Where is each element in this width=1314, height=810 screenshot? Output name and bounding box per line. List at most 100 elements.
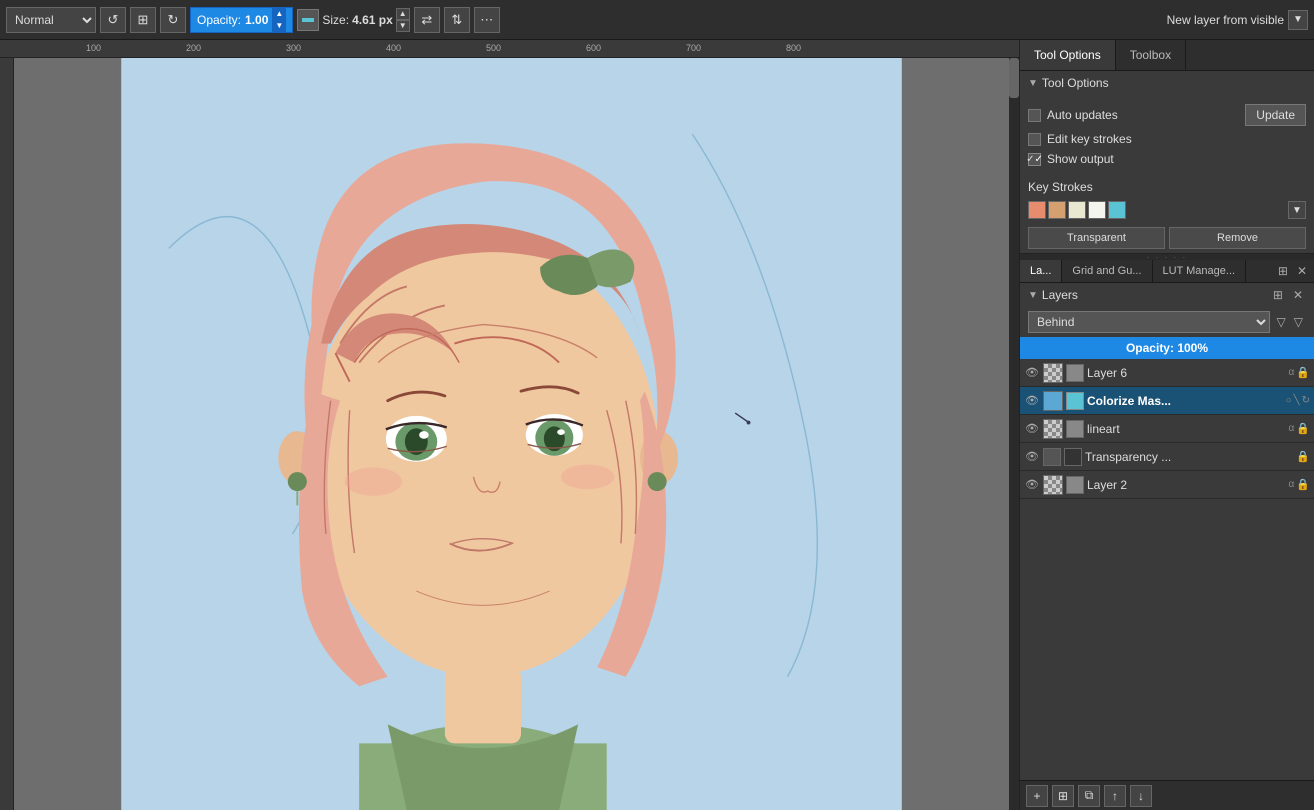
layer-icon-c1: ○ [1286, 395, 1292, 406]
opacity-spinner[interactable]: ▲ ▼ [272, 8, 286, 32]
layer-copy-btn[interactable]: ⧉ [1078, 785, 1100, 807]
right-panel: Tool Options Toolbox ▼ Tool Options Auto… [1019, 40, 1314, 810]
panel-tabs: Tool Options Toolbox [1020, 40, 1314, 71]
blend-icon-1[interactable]: ▽ [1274, 314, 1289, 330]
layers-duplicate-btn[interactable]: ⊞ [1270, 287, 1286, 303]
layer-name-6: Layer 6 [1087, 366, 1286, 380]
blend-mode-row: Behind Normal Multiply ▽ ▽ [1020, 307, 1314, 337]
swatch-5[interactable] [1108, 201, 1126, 219]
layers-header: ▼ Layers ⊞ ✕ [1020, 283, 1314, 307]
layer-up-btn[interactable]: ↑ [1104, 785, 1126, 807]
layer-eye-lineart[interactable]: 👁 [1024, 421, 1040, 437]
ruler-mark-100: 100 [86, 43, 101, 53]
layer-blend-select[interactable]: Behind Normal Multiply [1028, 311, 1270, 333]
auto-updates-label: Auto updates [1047, 108, 1118, 122]
layer-eye-transparency[interactable]: 👁 [1024, 449, 1040, 465]
layer-opacity-value: 100% [1177, 341, 1208, 355]
swatch-3[interactable] [1068, 201, 1086, 219]
mirror-h-btn[interactable]: ⇄ [414, 7, 440, 33]
tool-btn-3[interactable]: ↻ [160, 7, 186, 33]
tab-toolbox[interactable]: Toolbox [1116, 40, 1186, 70]
layer-item-6[interactable]: 👁 Layer 6 α 🔒 [1020, 359, 1314, 387]
tab-layers[interactable]: La... [1020, 260, 1062, 282]
swatch-2[interactable] [1048, 201, 1066, 219]
layer-icon-c3: ↻ [1302, 395, 1310, 406]
edit-key-strokes-checkbox[interactable] [1028, 133, 1041, 146]
top-toolbar: Normal Behind Multiply ↺ ⊞ ↻ Opacity: 1.… [0, 0, 1314, 40]
tab-grid[interactable]: Grid and Gu... [1062, 260, 1152, 282]
layer-lock-6: 🔒 [1296, 366, 1310, 379]
swatch-dropdown[interactable]: ▼ [1288, 201, 1306, 219]
layer-group-btn[interactable]: ⊞ [1052, 785, 1074, 807]
new-layer-btn[interactable]: ▼ [1288, 10, 1308, 30]
layer-add-btn[interactable]: + [1026, 785, 1048, 807]
layer-eye-colorize[interactable]: 👁 [1024, 393, 1040, 409]
layers-tabs: La... Grid and Gu... LUT Manage... ⊞ ✕ [1020, 260, 1314, 283]
ruler-horizontal: 100 200 300 400 500 600 700 800 [0, 40, 1019, 58]
extra-tool-btn[interactable]: ⋯ [474, 7, 500, 33]
canvas-viewport[interactable] [14, 58, 1009, 810]
layer-lock-2: 🔒 [1296, 478, 1310, 491]
blend-mode-select[interactable]: Normal Behind Multiply [6, 7, 96, 33]
layer-right-transparency: 🔒 [1296, 450, 1310, 463]
blend-icon-2[interactable]: ▽ [1291, 314, 1306, 330]
layers-close-btn[interactable]: ✕ [1294, 263, 1310, 279]
show-output-label: Show output [1047, 152, 1114, 166]
swatch-4[interactable] [1088, 201, 1106, 219]
layer-mask-2 [1066, 476, 1084, 494]
layer-thumb-2 [1043, 475, 1063, 495]
canvas-ruler-container [0, 58, 1019, 810]
new-layer-label: New layer from visible [1167, 13, 1284, 27]
color-buttons: Transparent Remove [1020, 223, 1314, 253]
auto-updates-checkbox[interactable] [1028, 109, 1041, 122]
tool-options-title: Tool Options [1042, 76, 1109, 90]
tool-btn-1[interactable]: ↺ [100, 7, 126, 33]
remove-btn[interactable]: Remove [1169, 227, 1306, 249]
key-strokes-label: Key Strokes [1020, 175, 1314, 197]
layer-item-transparency[interactable]: 👁 Transparency ... 🔒 [1020, 443, 1314, 471]
scrollbar-thumb[interactable] [1009, 58, 1019, 98]
layer-thumb-t2 [1064, 448, 1082, 466]
layer-item-lineart[interactable]: 👁 lineart α 🔒 [1020, 415, 1314, 443]
opacity-down[interactable]: ▼ [272, 20, 286, 32]
tab-lut[interactable]: LUT Manage... [1153, 260, 1247, 282]
layer-down-btn[interactable]: ↓ [1130, 785, 1152, 807]
layer-item-2[interactable]: 👁 Layer 2 α 🔒 [1020, 471, 1314, 499]
tool-btn-2[interactable]: ⊞ [130, 7, 156, 33]
tab-tool-options[interactable]: Tool Options [1020, 40, 1116, 70]
layer-mask-colorize [1066, 392, 1084, 410]
ruler-mark-800: 800 [786, 43, 801, 53]
ruler-mark-400: 400 [386, 43, 401, 53]
mirror-v-btn[interactable]: ⇅ [444, 7, 470, 33]
size-down[interactable]: ▼ [396, 20, 410, 32]
opacity-up[interactable]: ▲ [272, 8, 286, 20]
layer-eye-6[interactable]: 👁 [1024, 365, 1040, 381]
vertical-scrollbar[interactable] [1009, 58, 1019, 810]
layers-x-btn[interactable]: ✕ [1290, 287, 1306, 303]
update-button[interactable]: Update [1245, 104, 1306, 126]
swatch-1[interactable] [1028, 201, 1046, 219]
size-up[interactable]: ▲ [396, 8, 410, 20]
layer-item-colorize[interactable]: 👁 Colorize Mas... ○ ╲ ↻ [1020, 387, 1314, 415]
show-output-row: ✓ Show output [1028, 149, 1306, 169]
layer-thumb-lineart [1043, 419, 1063, 439]
layer-mask-6 [1066, 364, 1084, 382]
size-value: 4.61 px [352, 13, 393, 27]
layer-name-transparency: Transparency ... [1085, 450, 1293, 464]
transparent-btn[interactable]: Transparent [1028, 227, 1165, 249]
layer-icon-c2: ╲ [1294, 395, 1300, 406]
layer-name-colorize: Colorize Mas... [1087, 394, 1283, 408]
canvas-drawing [14, 58, 1009, 810]
layers-new-btn[interactable]: ⊞ [1275, 263, 1291, 279]
size-spinner[interactable]: ▲ ▼ [396, 8, 410, 32]
opacity-label: Opacity: [197, 13, 241, 27]
blend-icons: ▽ ▽ [1274, 314, 1306, 330]
show-output-checkbox[interactable]: ✓ [1028, 153, 1041, 166]
layer-opacity-label: Opacity: [1126, 341, 1174, 355]
canvas-area: 100 200 300 400 500 600 700 800 [0, 40, 1019, 810]
layer-thumb-t1 [1043, 448, 1061, 466]
ruler-mark-300: 300 [286, 43, 301, 53]
layer-lock-transparency: 🔒 [1296, 450, 1310, 463]
layer-alpha-icon-2: α [1289, 479, 1295, 490]
layer-eye-2[interactable]: 👁 [1024, 477, 1040, 493]
